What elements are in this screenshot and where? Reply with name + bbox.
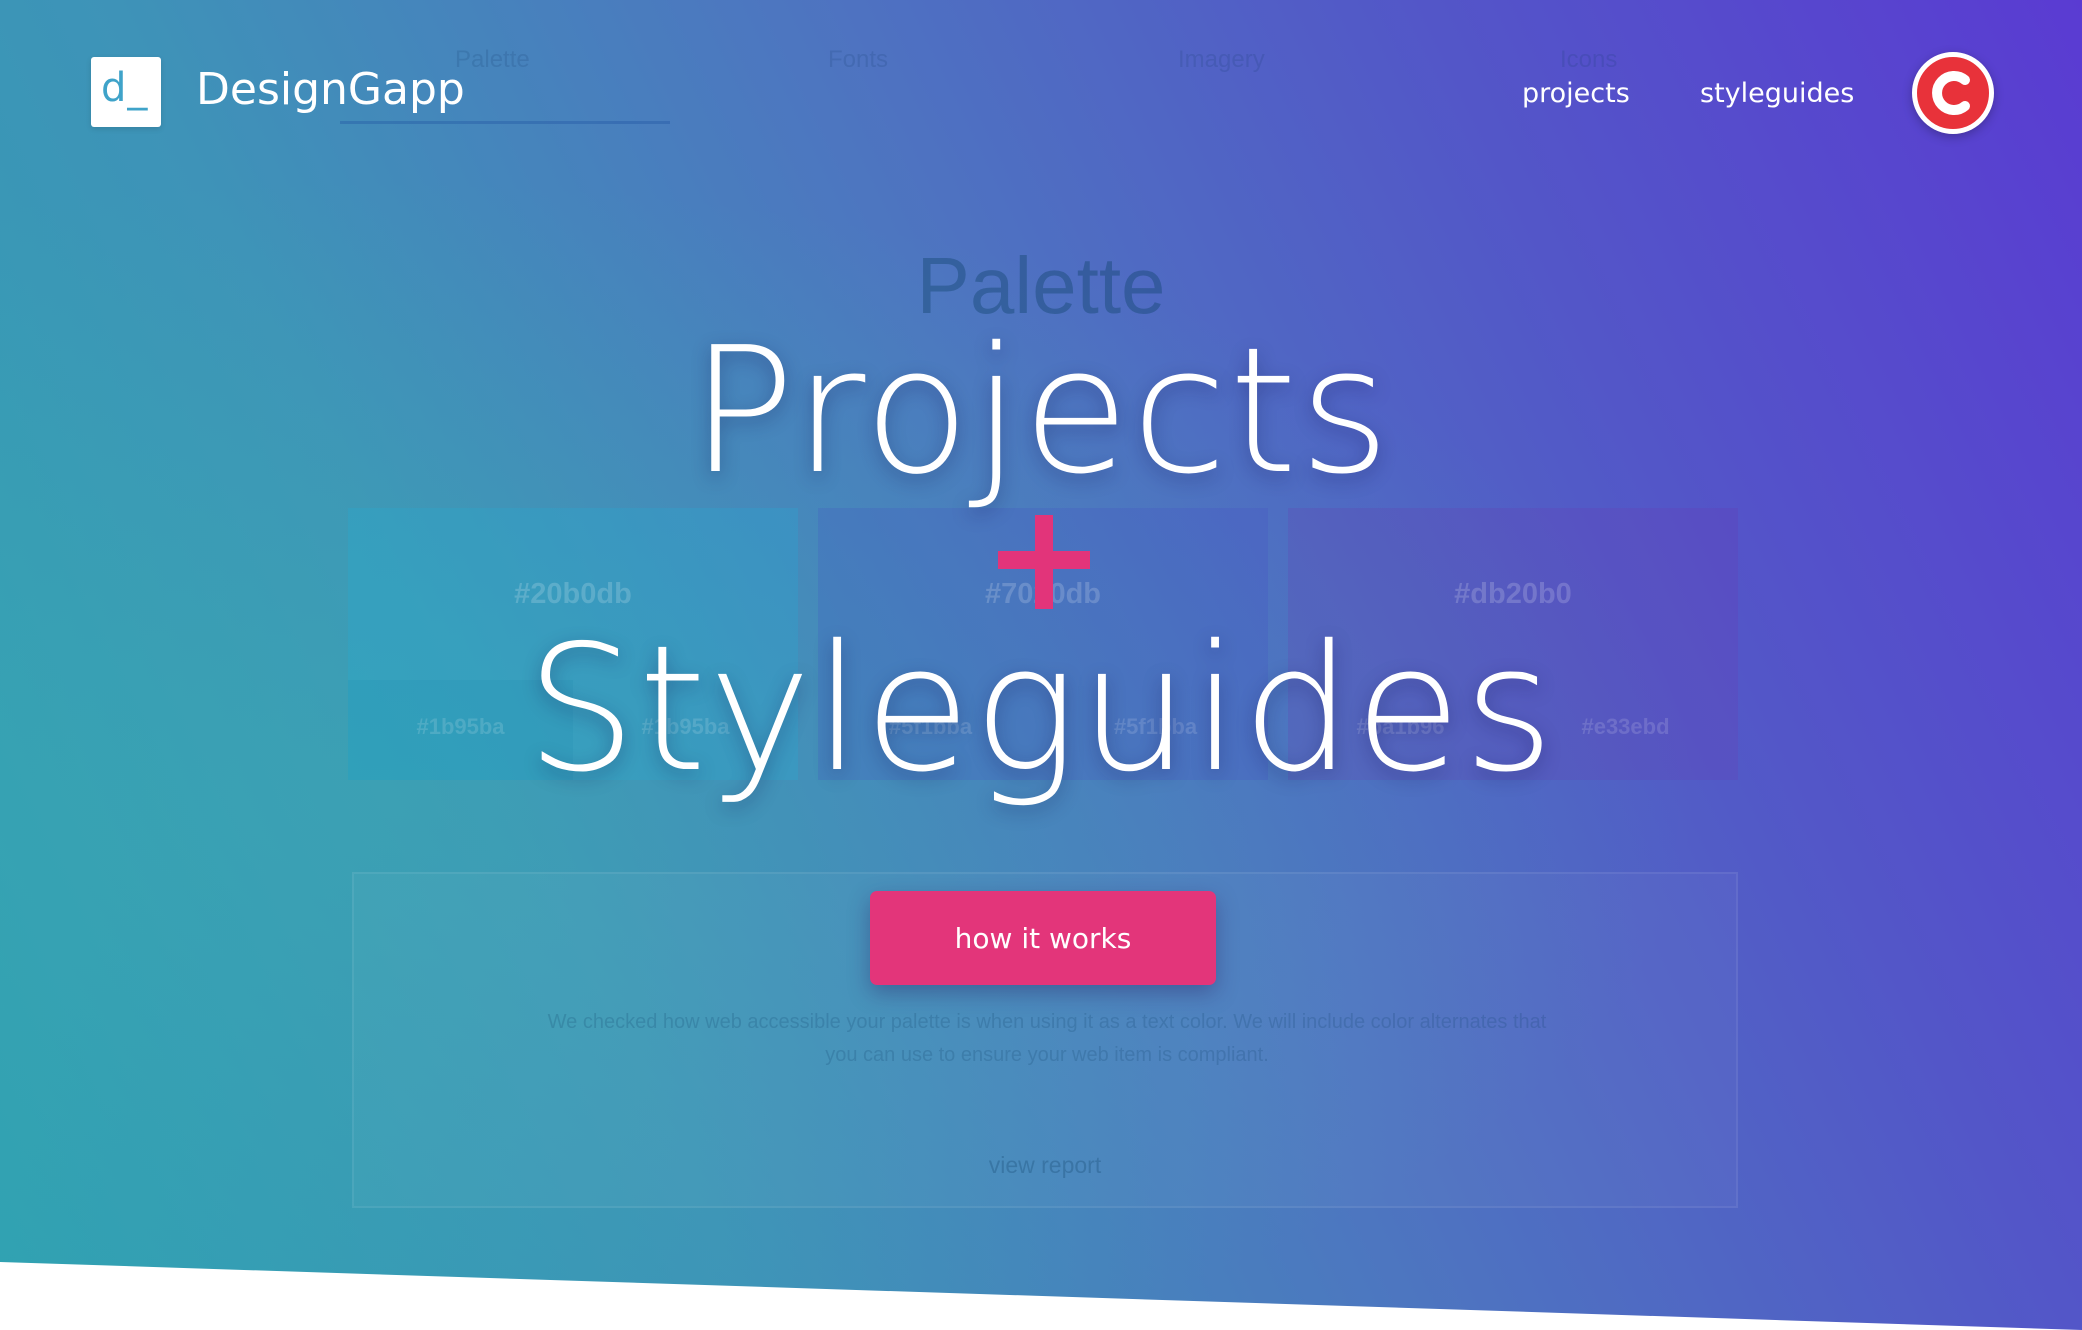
brand-name[interactable]: DesignGapp xyxy=(196,64,465,115)
c-letter-avatar-icon xyxy=(1932,71,1970,115)
ghost-tab: Icons xyxy=(1560,46,1618,73)
ghost-swatch-hex: #db20b0 xyxy=(1454,578,1572,610)
ghost-tab: Imagery xyxy=(1178,46,1265,73)
logo-mark: d_ xyxy=(101,65,149,111)
logo[interactable]: d_ xyxy=(91,57,161,127)
ghost-tab: Fonts xyxy=(828,46,889,73)
nav-projects-link[interactable]: projects xyxy=(1522,78,1630,109)
plus-icon xyxy=(998,515,1090,609)
headline-styleguides: Styleguides xyxy=(525,608,1557,811)
ghost-card-link: view report xyxy=(988,1152,1102,1178)
user-avatar[interactable] xyxy=(1912,52,1994,134)
ghost-tab-underline xyxy=(340,121,670,124)
nav-styleguides-link[interactable]: styleguides xyxy=(1700,78,1854,109)
ghost-tab: Palette xyxy=(455,46,530,73)
ghost-card-text: We checked how web accessible your palet… xyxy=(547,1011,1547,1066)
ghost-swatch-hex: #20b0db xyxy=(514,578,632,610)
headline-projects: Projects xyxy=(690,310,1392,513)
how-it-works-button[interactable]: how it works xyxy=(870,891,1216,985)
